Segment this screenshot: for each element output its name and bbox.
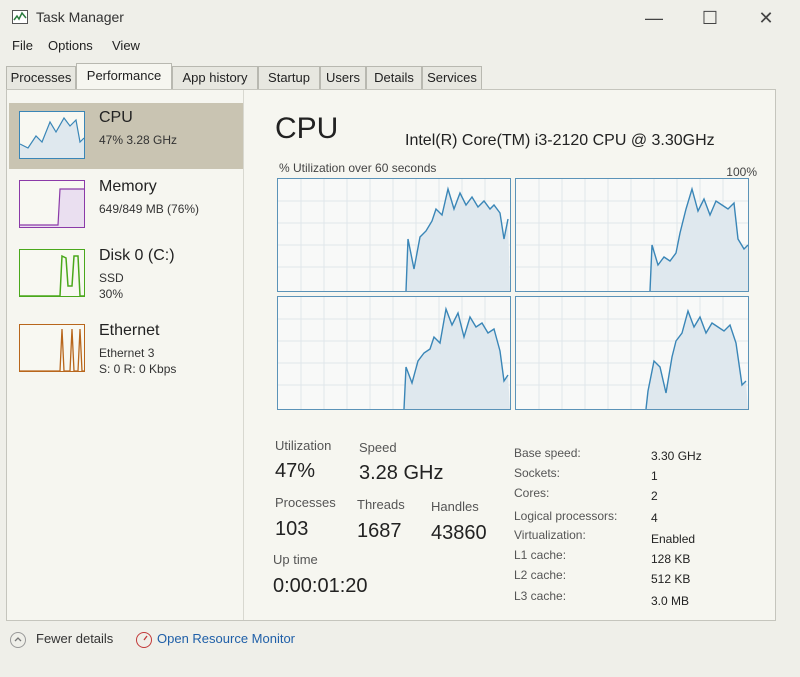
logical-processor-graph-2 <box>515 178 749 292</box>
spec-value-virtualization: Enabled <box>651 532 696 546</box>
page-title: CPU <box>275 112 339 145</box>
fewer-details-link[interactable]: Fewer details <box>36 631 113 646</box>
spec-value-l1-cache: 128 KB <box>651 552 691 566</box>
logical-processor-graph-3 <box>277 296 511 410</box>
graph-1-svg <box>278 179 510 292</box>
speed-label: Speed <box>359 440 397 455</box>
threads-label: Threads <box>357 497 405 512</box>
ethernet-thumbnail-graph <box>19 324 85 372</box>
tab-details[interactable]: Details <box>366 66 422 89</box>
maximize-button[interactable]: ☐ <box>690 6 730 30</box>
spec-label-l1-cache: L1 cache: <box>514 548 567 562</box>
sidebar-cpu-title: CPU <box>99 109 133 126</box>
threads-value: 1687 <box>357 520 402 542</box>
window-title: Task Manager <box>36 9 124 25</box>
open-resource-monitor-link[interactable]: Open Resource Monitor <box>157 631 295 646</box>
menu-bar: File Options View <box>0 36 800 58</box>
processes-label: Processes <box>275 495 336 510</box>
performance-panel: CPU 47% 3.28 GHz Memory 649/849 MB (76%)… <box>6 89 776 621</box>
spec-value-sockets: 1 <box>651 469 658 483</box>
memory-thumbnail-graph <box>19 180 85 228</box>
resource-monitor-icon[interactable] <box>136 632 152 648</box>
cpu-thumbnail-graph <box>19 111 85 159</box>
tab-app-history[interactable]: App history <box>172 66 258 89</box>
sidebar-ethernet-adapter: Ethernet 3 <box>99 346 155 360</box>
sidebar-ethernet-throughput: S: 0 R: 0 Kbps <box>99 362 177 376</box>
graph-caption: % Utilization over 60 seconds <box>279 161 437 175</box>
cpu-graph-grid <box>277 178 759 414</box>
utilization-value: 47% <box>275 460 316 482</box>
processes-value: 103 <box>275 518 309 540</box>
tab-processes[interactable]: Processes <box>6 66 76 89</box>
tab-users[interactable]: Users <box>320 66 366 89</box>
cpu-model-name: Intel(R) Core(TM) i3-2120 CPU @ 3.30GHz <box>405 132 715 149</box>
sidebar-item-cpu[interactable]: CPU 47% 3.28 GHz <box>9 103 243 169</box>
uptime-label: Up time <box>273 552 318 567</box>
menu-view[interactable]: View <box>112 38 140 53</box>
uptime-value: 0:00:01:20 <box>273 575 368 597</box>
footer-bar: Fewer details Open Resource Monitor <box>0 625 800 665</box>
spec-value-l3-cache: 3.0 MB <box>651 594 690 608</box>
spec-label-logical-processors: Logical processors: <box>514 509 618 523</box>
sidebar-item-ethernet[interactable]: Ethernet Ethernet 3 S: 0 R: 0 Kbps <box>9 316 243 382</box>
resource-monitor-svg <box>143 635 148 641</box>
spec-label-virtualization: Virtualization: <box>514 528 586 542</box>
disk-thumbnail-graph <box>19 249 85 297</box>
handles-label: Handles <box>431 499 479 514</box>
graph-3-svg <box>278 297 510 410</box>
sidebar-ethernet-title: Ethernet <box>99 322 160 339</box>
menu-options[interactable]: Options <box>48 38 93 53</box>
cpu-detail-pane: CPU Intel(R) Core(TM) i3-2120 CPU @ 3.30… <box>259 90 769 620</box>
utilization-label: Utilization <box>275 438 332 453</box>
spec-label-cores: Cores: <box>514 486 550 500</box>
sidebar-item-disk[interactable]: Disk 0 (C:) SSD 30% <box>9 241 243 307</box>
tab-services[interactable]: Services <box>422 66 482 89</box>
logical-processor-graph-1 <box>277 178 511 292</box>
sidebar-disk-usage: 30% <box>99 287 124 301</box>
sidebar-disk-type: SSD <box>99 271 124 285</box>
spec-label-base-speed: Base speed: <box>514 446 581 460</box>
spec-label-l3-cache: L3 cache: <box>514 589 567 603</box>
title-bar: Task Manager — ☐ ✕ <box>0 0 800 34</box>
tab-startup[interactable]: Startup <box>258 66 320 89</box>
chevron-up-icon[interactable] <box>10 632 26 648</box>
graph-4-svg <box>516 297 748 410</box>
spec-value-base-speed: 3.30 GHz <box>651 449 702 463</box>
handles-value: 43860 <box>431 522 487 544</box>
spec-value-l2-cache: 512 KB <box>651 572 691 586</box>
graph-max-label: 100% <box>726 165 757 179</box>
resource-sidebar: CPU 47% 3.28 GHz Memory 649/849 MB (76%)… <box>7 90 244 620</box>
close-button[interactable]: ✕ <box>746 6 786 30</box>
spec-label-sockets: Sockets: <box>514 466 561 480</box>
menu-file[interactable]: File <box>12 38 33 53</box>
speed-value: 3.28 GHz <box>359 462 444 484</box>
minimize-button[interactable]: — <box>634 6 674 30</box>
spec-label-l2-cache: L2 cache: <box>514 568 567 582</box>
sidebar-memory-detail: 649/849 MB (76%) <box>99 202 200 216</box>
spec-value-logical-processors: 4 <box>651 511 658 525</box>
tab-performance[interactable]: Performance <box>76 63 172 90</box>
chevron-up-svg <box>14 637 22 642</box>
sidebar-memory-title: Memory <box>99 178 157 195</box>
sidebar-item-memory[interactable]: Memory 649/849 MB (76%) <box>9 172 243 238</box>
sidebar-disk-title: Disk 0 (C:) <box>99 247 175 264</box>
task-manager-icon <box>12 10 28 24</box>
logical-processor-graph-4 <box>515 296 749 410</box>
tab-strip: Processes Performance App history Startu… <box>6 63 786 90</box>
sidebar-cpu-detail: 47% 3.28 GHz <box>99 133 178 147</box>
graph-2-svg <box>516 179 749 292</box>
spec-value-cores: 2 <box>651 489 658 503</box>
